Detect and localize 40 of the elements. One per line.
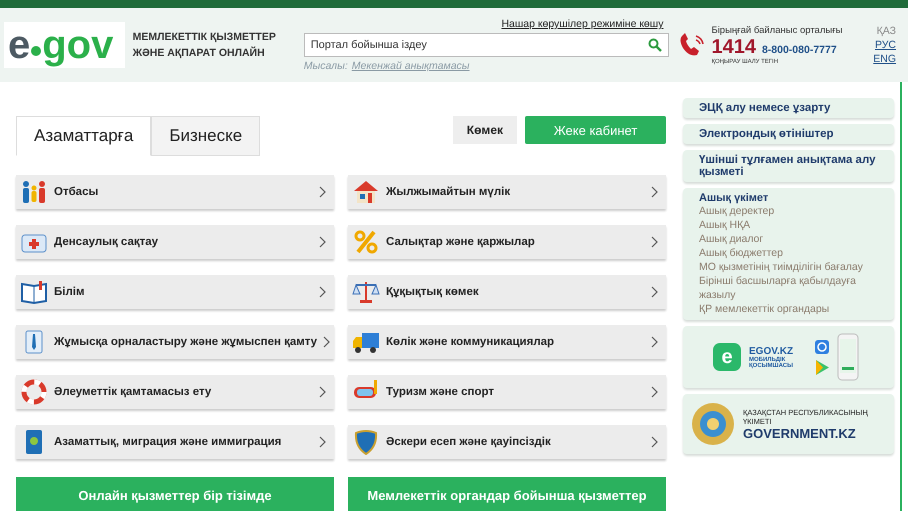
egov-logo[interactable]: e gov bbox=[4, 22, 125, 68]
language-link[interactable]: ENG bbox=[873, 53, 896, 65]
category-item[interactable]: Білім bbox=[16, 275, 334, 309]
category-item[interactable]: Көлік және коммуникациялар bbox=[348, 325, 666, 359]
contact-title: Бірыңғай байланыс орталығы bbox=[711, 25, 843, 36]
short-number: 1414 bbox=[711, 36, 756, 58]
search-field[interactable]: Портал бойынша іздеу bbox=[304, 33, 670, 57]
open-government-link[interactable]: Ашық НҚА bbox=[699, 218, 878, 232]
category-item[interactable]: Денсаулық сақтау bbox=[16, 225, 334, 259]
sidebar-link[interactable]: Электрондық өтініштер bbox=[683, 124, 894, 144]
open-government-link[interactable]: Ашық деректер bbox=[699, 204, 878, 218]
language-link[interactable]: РУС bbox=[874, 39, 896, 51]
example-label: Мысалы: bbox=[304, 60, 348, 72]
phone-number: 8-800-080-7777 bbox=[762, 44, 837, 56]
sidebar-link[interactable]: ЭЦҚ алу немесе ұзарту bbox=[683, 98, 894, 118]
open-government-link[interactable]: ҚР мемлекеттік органдары bbox=[699, 302, 878, 316]
open-government-link[interactable]: Ашық диалог bbox=[699, 232, 878, 246]
open-government-link[interactable]: МО қызметінің тиімділігін бағалау bbox=[699, 260, 878, 274]
category-item[interactable]: Құқықтық көмек bbox=[348, 275, 666, 309]
app-logo-icon: e bbox=[713, 343, 741, 371]
tagline-text: ЖӘНЕ АҚПАРАТ ОНЛАЙН bbox=[132, 46, 266, 61]
category-item[interactable]: Салықтар және қаржылар bbox=[348, 225, 666, 259]
category-item[interactable]: Жылжымайтын мүлік bbox=[348, 175, 666, 209]
tab[interactable]: Азаматтарға bbox=[16, 116, 152, 156]
tagline-text: МЕМЛЕКЕТТІК ҚЫЗМЕТТЕР bbox=[132, 30, 277, 45]
category-item[interactable]: Әлеуметтік қамтамасыз ету bbox=[16, 375, 334, 409]
category-item[interactable]: Отбасы bbox=[16, 175, 334, 209]
category-item[interactable]: Азаматтық, миграция және иммиграция bbox=[16, 425, 334, 459]
accessibility-link[interactable]: Нашар көрушілер режиміне көшу bbox=[501, 18, 664, 30]
category-item[interactable]: Әскери есеп және қауіпсіздік bbox=[348, 425, 666, 459]
sidebar-link[interactable]: Үшінші тұлғамен анықтама алу қызметі bbox=[683, 150, 894, 182]
category-item[interactable]: Туризм және спорт bbox=[348, 375, 666, 409]
government-site: GOVERNMENT.KZ bbox=[743, 426, 857, 440]
app-title: EGOV.KZ bbox=[749, 346, 794, 356]
category-item[interactable]: Жұмысқа орналастыру және жұмыспен қамту bbox=[16, 325, 334, 359]
open-government-link[interactable]: Ашық бюджеттер bbox=[699, 246, 878, 260]
help-button[interactable]: Көмек bbox=[452, 116, 517, 144]
open-government-title[interactable]: Ашық үкімет bbox=[699, 192, 878, 204]
open-government-link[interactable]: Бірінші басшыларға қабылдауға жазылу bbox=[699, 274, 878, 302]
tab[interactable]: Бизнеске bbox=[151, 116, 260, 156]
